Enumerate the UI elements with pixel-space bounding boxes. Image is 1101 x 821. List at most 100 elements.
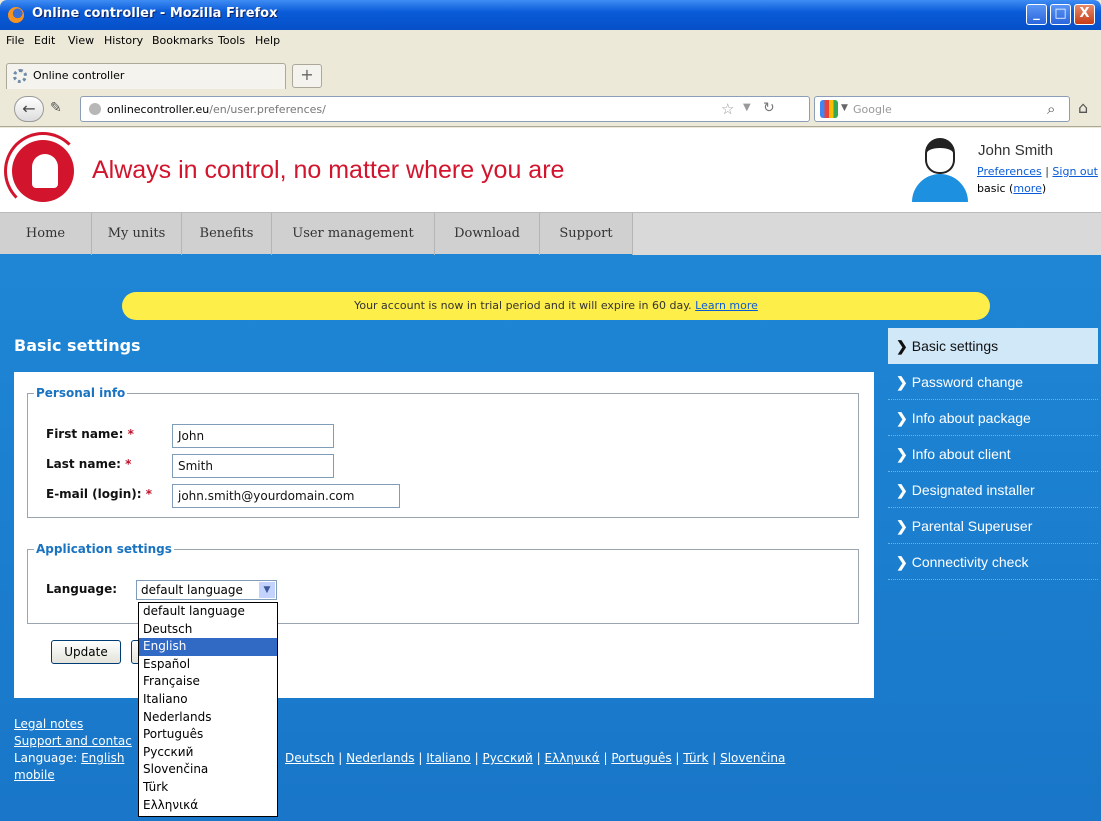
link-separator: | xyxy=(1045,165,1049,178)
update-button[interactable]: Update xyxy=(51,640,121,664)
avatar-head xyxy=(925,138,955,174)
email-label-text: E-mail (login): xyxy=(46,487,142,501)
menu-file[interactable]: File xyxy=(6,34,24,47)
language-option[interactable]: Française xyxy=(139,673,277,691)
language-option[interactable]: Español xyxy=(139,656,277,674)
search-engine-dropdown-icon[interactable]: ▼ xyxy=(841,103,848,113)
email-field[interactable]: john.smith@yourdomain.com xyxy=(172,484,400,508)
history-dropdown-icon[interactable]: ▼ xyxy=(743,102,751,113)
language-dropdown-list: default language Deutsch English Español… xyxy=(138,602,278,817)
trial-notice: Your account is now in trial period and … xyxy=(122,292,990,320)
sidebar-item-label: Password change xyxy=(911,374,1024,390)
search-icon[interactable]: ⌕ xyxy=(1047,100,1055,118)
menu-history[interactable]: History xyxy=(104,34,143,47)
learn-more-link[interactable]: Learn more xyxy=(695,299,758,312)
language-option[interactable]: Türk xyxy=(139,779,277,797)
required-mark: * xyxy=(125,457,132,471)
language-option-highlighted[interactable]: English xyxy=(139,638,277,656)
footer-lang-link[interactable]: Slovenčina xyxy=(720,751,785,765)
logo-hand-icon xyxy=(32,154,58,188)
first-name-label-text: First name: xyxy=(46,427,124,441)
support-contact-link[interactable]: Support and contac xyxy=(14,734,132,748)
sidebar-item-info-about-package[interactable]: ❯ Info about package xyxy=(888,400,1098,436)
sign-out-link[interactable]: Sign out xyxy=(1052,165,1098,178)
close-button[interactable]: X xyxy=(1074,4,1095,25)
back-button[interactable]: ← xyxy=(14,96,44,122)
more-link[interactable]: more xyxy=(1013,182,1042,195)
footer-lang-link[interactable]: Deutsch xyxy=(285,751,334,765)
language-select[interactable]: default language ▼ xyxy=(136,580,277,600)
footer-lang-link[interactable]: Русский xyxy=(482,751,532,765)
menu-help[interactable]: Help xyxy=(255,34,280,47)
language-option[interactable]: Slovenčina xyxy=(139,761,277,779)
user-links: Preferences | Sign out xyxy=(977,165,1098,178)
menu-tools[interactable]: Tools xyxy=(218,34,245,47)
language-prefix: Language: xyxy=(14,751,78,765)
language-option[interactable]: Português xyxy=(139,726,277,744)
sidebar-item-info-about-client[interactable]: ❯ Info about client xyxy=(888,436,1098,472)
minimize-button[interactable]: _ xyxy=(1026,4,1047,25)
language-option[interactable]: Nederlands xyxy=(139,709,277,727)
legal-notes-link[interactable]: Legal notes xyxy=(14,717,83,731)
chevron-right-icon: ❯ xyxy=(896,554,908,570)
footer-lang-link[interactable]: Türk xyxy=(683,751,708,765)
sidebar-item-basic-settings[interactable]: ❯ Basic settings xyxy=(888,328,1098,364)
footer-lang-link[interactable]: Ελληνικά xyxy=(545,751,600,765)
sidebar-item-password-change[interactable]: ❯ Password change xyxy=(888,364,1098,400)
sidebar-item-designated-installer[interactable]: ❯ Designated installer xyxy=(888,472,1098,508)
nav-download[interactable]: Download xyxy=(435,213,540,255)
url-path: /en/user.preferences/ xyxy=(209,103,326,116)
main-navigation: Home My units Benefits User management D… xyxy=(0,212,1101,255)
menu-bar: File Edit View History Bookmarks Tools H… xyxy=(0,30,1101,51)
chevron-right-icon: ❯ xyxy=(896,338,908,354)
language-option[interactable]: Ελληνικά xyxy=(139,797,277,815)
new-tab-button[interactable]: + xyxy=(292,64,322,88)
sidebar-item-connectivity-check[interactable]: ❯ Connectivity check xyxy=(888,544,1098,580)
language-option[interactable]: Deutsch xyxy=(139,621,277,639)
site-logo[interactable] xyxy=(4,132,82,210)
plan-name: basic xyxy=(977,182,1006,195)
bookmark-star-icon[interactable]: ☆ xyxy=(721,100,734,118)
sidebar-item-label: Parental Superuser xyxy=(911,518,1033,534)
window-title: Online controller - Mozilla Firefox xyxy=(32,6,278,21)
gear-icon xyxy=(13,69,27,83)
url-bar[interactable]: onlinecontroller.eu/en/user.preferences/… xyxy=(80,96,810,122)
footer-lang-link[interactable]: Nederlands xyxy=(346,751,414,765)
nav-user-management[interactable]: User management xyxy=(272,213,435,255)
language-option[interactable]: Italiano xyxy=(139,691,277,709)
footer-lang-link[interactable]: Português xyxy=(611,751,671,765)
menu-bookmarks[interactable]: Bookmarks xyxy=(152,34,213,47)
language-option[interactable]: Русский xyxy=(139,744,277,762)
key-icon[interactable]: ✎ xyxy=(50,100,62,116)
window-title-bar: Online controller - Mozilla Firefox _ □ … xyxy=(0,0,1101,30)
language-selected-value: default language xyxy=(141,583,243,597)
search-engine-icon[interactable] xyxy=(820,100,838,118)
last-name-field[interactable]: Smith xyxy=(172,454,334,478)
nav-home[interactable]: Home xyxy=(0,213,92,255)
preferences-link[interactable]: Preferences xyxy=(977,165,1042,178)
language-option[interactable]: default language xyxy=(139,603,277,621)
footer-lang-link[interactable]: Italiano xyxy=(426,751,471,765)
current-language-link[interactable]: English xyxy=(81,751,124,765)
search-bar[interactable]: ▼ Google ⌕ xyxy=(814,96,1070,122)
url-text: onlinecontroller.eu/en/user.preferences/ xyxy=(107,103,326,116)
navigation-bar: ← ✎ onlinecontroller.eu/en/user.preferen… xyxy=(0,91,1101,127)
page-footer: Legal notes Support and contac Language:… xyxy=(14,716,785,784)
home-icon[interactable]: ⌂ xyxy=(1078,98,1088,117)
chevron-right-icon: ❯ xyxy=(896,374,908,390)
maximize-button[interactable]: □ xyxy=(1050,4,1071,25)
nav-benefits[interactable]: Benefits xyxy=(182,213,272,255)
sidebar-item-parental-superuser[interactable]: ❯ Parental Superuser xyxy=(888,508,1098,544)
avatar-body xyxy=(912,174,968,202)
menu-edit[interactable]: Edit xyxy=(34,34,55,47)
chevron-right-icon: ❯ xyxy=(896,410,908,426)
chevron-down-icon[interactable]: ▼ xyxy=(259,582,275,598)
first-name-field[interactable]: John xyxy=(172,424,334,448)
nav-support[interactable]: Support xyxy=(540,213,633,255)
mobile-link[interactable]: mobile xyxy=(14,768,55,782)
firefox-icon xyxy=(8,7,24,23)
menu-view[interactable]: View xyxy=(68,34,94,47)
tab-online-controller[interactable]: Online controller xyxy=(6,63,286,89)
nav-my-units[interactable]: My units xyxy=(92,213,182,255)
reload-icon[interactable]: ↻ xyxy=(763,100,775,116)
